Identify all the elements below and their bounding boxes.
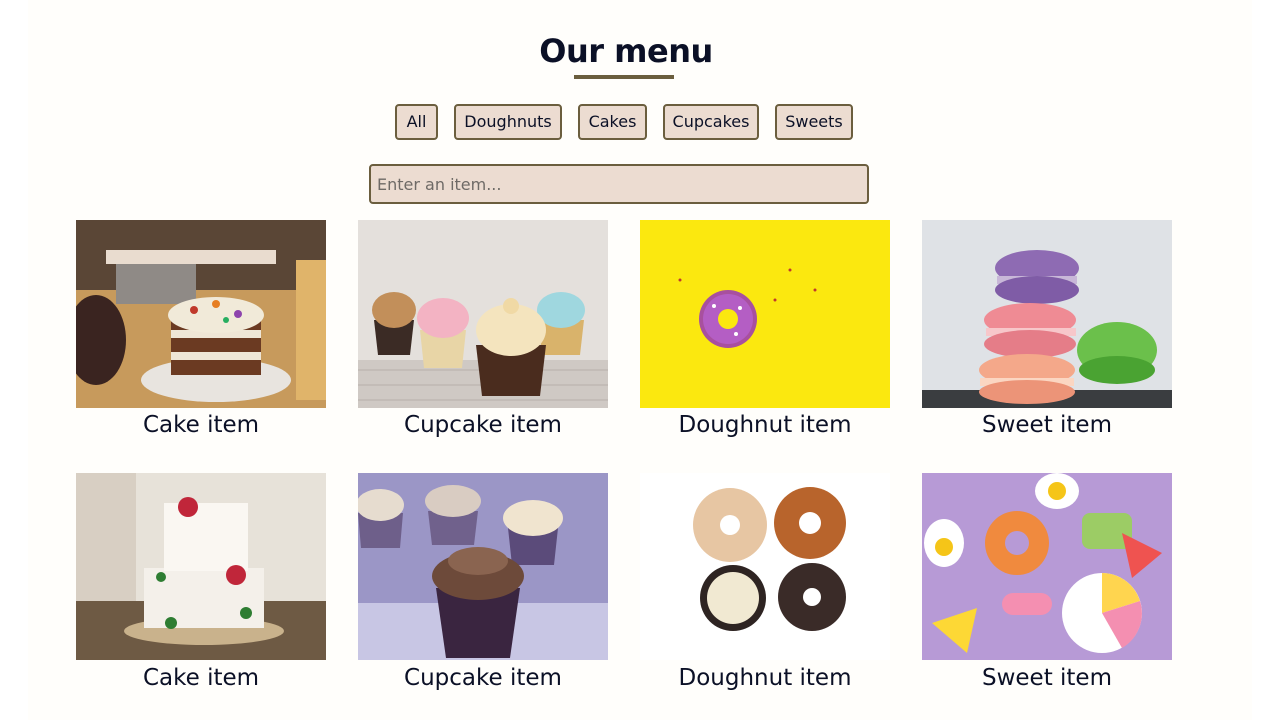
menu-item-card[interactable]: Cupcake item xyxy=(358,473,608,691)
filter-all-button[interactable]: All xyxy=(395,104,438,140)
cake-image xyxy=(76,220,326,408)
filter-cakes-button[interactable]: Cakes xyxy=(578,104,647,140)
menu-item-caption: Sweet item xyxy=(981,412,1112,438)
page-title: Our menu xyxy=(539,32,713,70)
menu-item-card[interactable]: Cake item xyxy=(76,473,326,691)
menu-item-caption: Sweet item xyxy=(981,665,1112,691)
menu-item-caption: Cake item xyxy=(142,412,260,438)
filter-cupcakes-button[interactable]: Cupcakes xyxy=(663,104,759,140)
menu-item-card[interactable]: Sweet item xyxy=(922,220,1172,438)
menu-item-caption: Cupcake item xyxy=(404,665,562,691)
wedding-cake-image xyxy=(76,473,326,661)
search-input[interactable] xyxy=(369,164,869,204)
menu-item-card[interactable]: Doughnut item xyxy=(640,220,890,438)
cupcakes-image xyxy=(358,220,608,408)
title-underline xyxy=(574,75,674,79)
menu-item-caption: Cupcake item xyxy=(404,412,562,438)
filter-bar: All Doughnuts Cakes Cupcakes Sweets xyxy=(0,104,1280,140)
macarons-image xyxy=(922,220,1172,408)
doughnut-image xyxy=(640,220,890,408)
menu-item-card[interactable]: Cupcake item xyxy=(358,220,608,438)
menu-item-caption: Cake item xyxy=(142,665,260,691)
candy-image xyxy=(922,473,1172,661)
filter-doughnuts-button[interactable]: Doughnuts xyxy=(454,104,562,140)
four-doughnuts-image xyxy=(640,473,890,661)
menu-item-card[interactable]: Sweet item xyxy=(922,473,1172,691)
filter-sweets-button[interactable]: Sweets xyxy=(775,104,853,140)
menu-item-card[interactable]: Cake item xyxy=(76,220,326,438)
menu-item-card[interactable]: Doughnut item xyxy=(640,473,890,691)
chocolate-cupcake-image xyxy=(358,473,608,661)
menu-item-caption: Doughnut item xyxy=(678,412,852,438)
menu-item-caption: Doughnut item xyxy=(678,665,852,691)
